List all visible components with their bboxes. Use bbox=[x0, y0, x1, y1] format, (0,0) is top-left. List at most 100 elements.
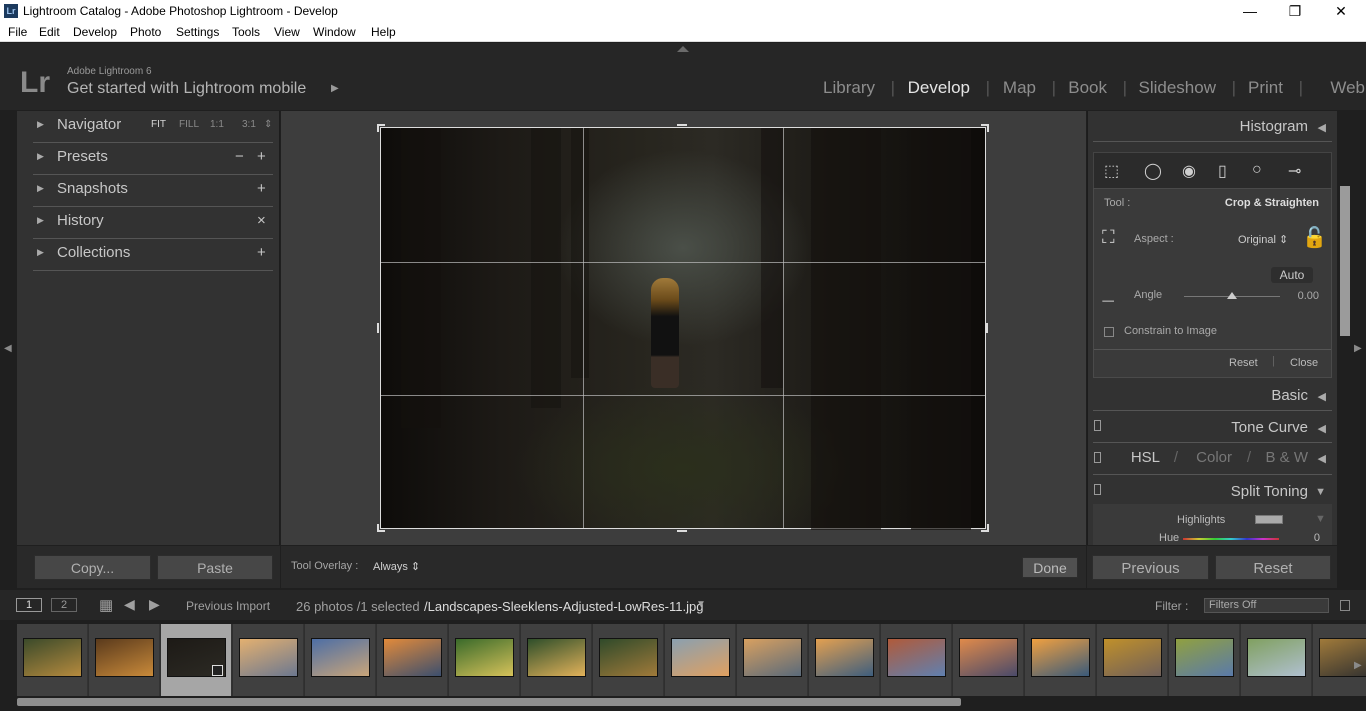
dropdown-arrow-icon[interactable]: ▼ bbox=[1315, 513, 1326, 525]
right-panel-toggle-icon[interactable]: ▶ bbox=[1354, 343, 1362, 354]
secondary-window-button[interactable]: 2 bbox=[51, 598, 77, 612]
presets-header[interactable]: ▶ Presets − + bbox=[33, 143, 273, 175]
hue-slider[interactable] bbox=[1183, 538, 1279, 540]
add-collection-icon[interactable]: + bbox=[257, 244, 266, 261]
zoom-fill[interactable]: FILL bbox=[179, 119, 199, 130]
zoom-3-1[interactable]: 3:1 bbox=[242, 119, 256, 130]
previous-button[interactable]: Previous bbox=[1092, 555, 1209, 580]
filmstrip-thumbnail[interactable] bbox=[377, 624, 448, 696]
menu-help[interactable]: Help bbox=[371, 25, 396, 39]
source-label[interactable]: Previous Import bbox=[186, 599, 270, 613]
right-panel-scrollbar[interactable] bbox=[1340, 186, 1350, 336]
filmstrip-thumbnail[interactable] bbox=[1025, 624, 1096, 696]
adjustment-brush-tool-icon[interactable]: ⊸ bbox=[1288, 161, 1301, 181]
filmstrip-scrollbar[interactable] bbox=[17, 698, 961, 706]
primary-window-button[interactable]: 1 bbox=[16, 598, 42, 612]
spot-removal-tool-icon[interactable]: ◯ bbox=[1144, 161, 1162, 181]
grid-view-icon[interactable]: ▦ bbox=[99, 596, 113, 614]
filmstrip-thumbnail[interactable] bbox=[1169, 624, 1240, 696]
filmstrip-thumbnail[interactable] bbox=[161, 624, 232, 696]
menu-file[interactable]: File bbox=[8, 25, 27, 39]
basic-header[interactable]: Basic ◀ bbox=[1126, 387, 1326, 407]
radial-filter-tool-icon[interactable]: ○ bbox=[1252, 161, 1262, 179]
crop-overlay-tool-icon[interactable]: ⬚ bbox=[1104, 161, 1119, 181]
module-print[interactable]: Print bbox=[1248, 78, 1283, 98]
filmstrip-thumbnail[interactable] bbox=[953, 624, 1024, 696]
crop-edge-handle[interactable] bbox=[377, 323, 379, 333]
crop-frame-tool-icon[interactable]: ⛶ bbox=[1102, 227, 1115, 248]
history-header[interactable]: ▶ History × bbox=[33, 207, 273, 239]
module-book[interactable]: Book bbox=[1068, 78, 1107, 98]
crop-edge-handle[interactable] bbox=[986, 323, 988, 333]
hsl-tab[interactable]: HSL bbox=[1131, 449, 1160, 466]
remove-preset-icon[interactable]: − bbox=[235, 148, 244, 165]
filmstrip-thumbnail[interactable] bbox=[17, 624, 88, 696]
zoom-1-1[interactable]: 1:1 bbox=[210, 119, 224, 130]
menu-view[interactable]: View bbox=[274, 25, 300, 39]
filmstrip-thumbnail[interactable] bbox=[737, 624, 808, 696]
auto-button[interactable]: Auto bbox=[1271, 267, 1313, 283]
color-tab[interactable]: Color bbox=[1196, 449, 1232, 466]
filmstrip-thumbnail[interactable] bbox=[593, 624, 664, 696]
menu-edit[interactable]: Edit bbox=[39, 25, 60, 39]
get-started-mobile-link[interactable]: Get started with Lightroom mobile bbox=[67, 80, 306, 98]
filmstrip-thumbnail[interactable] bbox=[1097, 624, 1168, 696]
crop-corner-handle[interactable] bbox=[981, 124, 989, 132]
constrain-checkbox[interactable] bbox=[1104, 327, 1114, 337]
histogram-header[interactable]: Histogram ◀ bbox=[1126, 118, 1326, 138]
module-library[interactable]: Library bbox=[823, 78, 875, 98]
navigator-header[interactable]: ▶ Navigator FIT FILL 1:1 3:1 ⇕ bbox=[33, 111, 273, 143]
forward-arrow-icon[interactable]: ▶ bbox=[149, 596, 160, 613]
highlights-color-swatch[interactable] bbox=[1255, 515, 1283, 524]
add-snapshot-icon[interactable]: + bbox=[257, 180, 266, 197]
photo-preview[interactable] bbox=[380, 127, 986, 530]
lock-icon[interactable]: 🔓 bbox=[1302, 225, 1327, 250]
restore-icon[interactable]: ❐ bbox=[1272, 0, 1318, 23]
filename-dropdown-icon[interactable]: ▼ bbox=[696, 599, 706, 610]
done-button[interactable]: Done bbox=[1022, 557, 1078, 578]
filmstrip-thumbnail[interactable] bbox=[881, 624, 952, 696]
angle-value[interactable]: 0.00 bbox=[1298, 290, 1319, 302]
angle-slider[interactable] bbox=[1184, 292, 1280, 299]
crop-close-button[interactable]: Close bbox=[1290, 357, 1318, 369]
play-arrow-icon[interactable]: ▶ bbox=[331, 83, 339, 94]
snapshots-header[interactable]: ▶ Snapshots + bbox=[33, 175, 273, 207]
menu-window[interactable]: Window bbox=[313, 25, 356, 39]
zoom-stepper-icon[interactable]: ⇕ bbox=[264, 119, 272, 130]
add-preset-icon[interactable]: + bbox=[257, 148, 266, 165]
filename[interactable]: /Landscapes-Sleeklens-Adjusted-LowRes-11… bbox=[424, 599, 703, 614]
filter-lock-toggle[interactable] bbox=[1340, 600, 1350, 611]
tone-curve-header[interactable]: Tone Curve ◀ bbox=[1126, 419, 1326, 439]
filmstrip-thumbnail[interactable] bbox=[305, 624, 376, 696]
angle-slider-knob[interactable] bbox=[1227, 292, 1237, 299]
zoom-fit[interactable]: FIT bbox=[151, 119, 166, 130]
close-icon[interactable]: ✕ bbox=[1318, 0, 1364, 23]
tool-overlay-select[interactable]: Always ⇕ bbox=[373, 560, 420, 573]
reset-button[interactable]: Reset bbox=[1215, 555, 1331, 580]
hue-value[interactable]: 0 bbox=[1314, 532, 1320, 544]
filmstrip-thumbnail[interactable] bbox=[89, 624, 160, 696]
clear-history-icon[interactable]: × bbox=[257, 212, 266, 229]
crop-corner-handle[interactable] bbox=[377, 124, 385, 132]
copy-button[interactable]: Copy... bbox=[34, 555, 151, 580]
bw-tab[interactable]: B & W bbox=[1265, 449, 1308, 466]
minimize-icon[interactable]: — bbox=[1227, 0, 1273, 23]
filmstrip-thumbnail[interactable] bbox=[809, 624, 880, 696]
hsl-header[interactable]: HSL / Color / B & W ◀ bbox=[1106, 449, 1326, 469]
straighten-tool-icon[interactable]: ⚊ bbox=[1101, 287, 1115, 307]
split-toning-header[interactable]: Split Toning ▼ bbox=[1126, 483, 1326, 503]
filmstrip-thumbnail[interactable] bbox=[665, 624, 736, 696]
crop-corner-handle[interactable] bbox=[981, 524, 989, 532]
module-slideshow[interactable]: Slideshow bbox=[1139, 78, 1217, 98]
module-web[interactable]: Web bbox=[1330, 78, 1365, 98]
paste-button[interactable]: Paste bbox=[157, 555, 273, 580]
filmstrip-thumbnail[interactable] bbox=[233, 624, 304, 696]
tone-curve-toggle[interactable] bbox=[1094, 420, 1101, 431]
crop-reset-button[interactable]: Reset bbox=[1229, 357, 1258, 369]
menu-tools[interactable]: Tools bbox=[232, 25, 260, 39]
crop-edge-handle[interactable] bbox=[677, 124, 687, 126]
crop-edge-handle[interactable] bbox=[677, 530, 687, 532]
filter-select[interactable]: Filters Off bbox=[1204, 598, 1329, 613]
filmstrip-scroll-right-icon[interactable]: ▶ bbox=[1354, 660, 1362, 671]
red-eye-tool-icon[interactable]: ◉ bbox=[1182, 161, 1196, 181]
